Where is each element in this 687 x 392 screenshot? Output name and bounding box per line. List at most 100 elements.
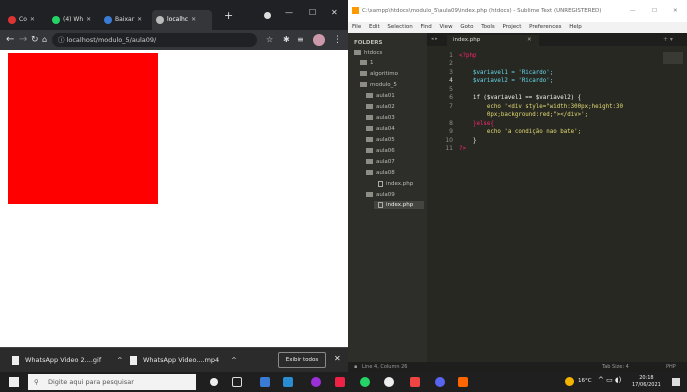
close-icon[interactable]: ✕	[137, 16, 142, 23]
show-all-button[interactable]: Exibir todos	[278, 352, 326, 368]
url-input[interactable]: ⓘ localhost/modulo_5/aula09/	[52, 33, 257, 47]
editor-tab-strip: ◂ ▸ index.php ✕ + ▾	[427, 33, 687, 46]
chevron-up-icon[interactable]: ^	[117, 356, 122, 364]
folder-icon	[366, 148, 373, 153]
back-icon[interactable]: ←	[6, 33, 14, 47]
close-icon[interactable]: ✕	[86, 16, 91, 23]
menu-view[interactable]: View	[440, 24, 453, 30]
record-icon[interactable]	[264, 12, 271, 19]
syntax-selector[interactable]: PHP	[666, 362, 676, 372]
tree-item-1[interactable]: 1	[360, 59, 374, 67]
sidebar-header: FOLDERS	[354, 40, 383, 46]
close-window-icon[interactable]: ✕	[673, 0, 678, 22]
tree-item-aula04[interactable]: aula04	[366, 125, 395, 133]
folder-icon	[360, 60, 367, 65]
star-icon[interactable]: ☆	[266, 33, 273, 47]
code-line: echo '<div style="width:300px;height:30	[459, 104, 624, 110]
tree-item-algoritimo[interactable]: algoritimo	[360, 70, 398, 78]
line-number: 1	[449, 52, 453, 59]
browser-tab-4[interactable]: localhc ✕	[152, 10, 212, 30]
windows-taskbar: ⚲ Digite aqui para pesquisar 16°C ^ ▭ ◖)…	[0, 372, 687, 392]
menu-goto[interactable]: Goto	[460, 24, 473, 30]
menu-project[interactable]: Project	[503, 24, 522, 30]
maximize-icon[interactable]: ☐	[309, 8, 316, 17]
app-icon[interactable]	[311, 377, 321, 387]
code-editor[interactable]: <?php $variavel1 = 'Ricardo'; $variavel2…	[459, 46, 659, 362]
avatar[interactable]	[313, 34, 325, 46]
chrome-icon[interactable]	[384, 377, 394, 387]
info-icon: ⓘ	[58, 36, 67, 44]
tab-nav-arrows-icon[interactable]: ◂ ▸	[431, 35, 438, 44]
app-icon[interactable]	[335, 377, 345, 387]
app-icon[interactable]	[283, 377, 293, 387]
search-icon: ⚲	[34, 378, 39, 386]
tree-item-index-php-active[interactable]: index.php	[374, 201, 424, 209]
menu-tools[interactable]: Tools	[481, 24, 495, 30]
app-icon[interactable]	[410, 377, 420, 387]
search-input[interactable]: ⚲ Digite aqui para pesquisar	[28, 374, 196, 390]
close-icon[interactable]: ✕	[334, 353, 341, 365]
close-icon[interactable]: ✕	[191, 16, 196, 23]
browser-tab-2[interactable]: (4) Wh ✕	[48, 10, 96, 30]
menu-edit[interactable]: Edit	[369, 24, 380, 30]
tree-item-aula05[interactable]: aula05	[366, 136, 395, 144]
tree-item-modulo-5[interactable]: modulo_5	[360, 81, 397, 89]
tree-item-index-php[interactable]: index.php	[378, 180, 413, 188]
app-icon[interactable]	[458, 377, 468, 387]
weather-icon[interactable]	[565, 377, 574, 386]
tab-list-icon[interactable]: + ▾	[663, 34, 673, 45]
forward-icon[interactable]: →	[19, 33, 27, 47]
extension-icon[interactable]: ✱	[283, 33, 290, 47]
status-bar: ▪ Line 4, Column 26 Tab Size: 4 PHP	[348, 362, 687, 372]
clock[interactable]: 20:18 17/06/2021	[632, 375, 661, 389]
download-item[interactable]: WhatsApp Video....mp4 ^	[130, 354, 237, 366]
maximize-icon[interactable]: ☐	[652, 0, 657, 22]
menu-find[interactable]: Find	[420, 24, 431, 30]
cortana-icon[interactable]	[210, 378, 218, 386]
close-window-icon[interactable]: ✕	[331, 8, 338, 17]
menu-icon[interactable]: ⋮	[333, 33, 342, 47]
code-line: }else{	[459, 121, 494, 127]
browser-tab-3[interactable]: Baixar ✕	[100, 10, 148, 30]
tree-item-aula03[interactable]: aula03	[366, 114, 395, 122]
browser-window: Co ✕ (4) Wh ✕ Baixar ✕ localhc ✕ + — ☐ ✕ ← →…	[0, 0, 348, 347]
line-number: 6	[449, 94, 453, 101]
home-icon[interactable]: ⌂	[42, 33, 47, 47]
windows-start-icon[interactable]	[9, 377, 19, 387]
tree-item-aula07[interactable]: aula07	[366, 158, 395, 166]
reload-icon[interactable]: ↻	[31, 33, 39, 47]
folder-icon	[366, 104, 373, 109]
menu-help[interactable]: Help	[569, 24, 582, 30]
tab-size-selector[interactable]: Tab Size: 4	[602, 362, 629, 372]
close-icon[interactable]: ✕	[30, 16, 35, 23]
download-item[interactable]: WhatsApp Video 2....gif ^	[12, 354, 123, 366]
cursor-position: Line 4, Column 26	[362, 364, 408, 370]
tab-index-php[interactable]: index.php ✕	[447, 35, 539, 46]
line-number: 2	[449, 60, 453, 67]
reading-list-icon[interactable]: ≡	[297, 33, 304, 47]
tray-icons[interactable]: ^ ▭ ◖)	[598, 376, 621, 384]
close-icon[interactable]: ✕	[527, 35, 532, 46]
folder-sidebar: FOLDERS htdocs 1 algoritimo modulo_5 aul…	[348, 33, 427, 362]
discord-icon[interactable]	[435, 377, 445, 387]
tab-favicon-icon	[8, 15, 16, 24]
menu-file[interactable]: File	[352, 24, 361, 30]
tree-item-aula06[interactable]: aula06	[366, 147, 395, 155]
minimize-icon[interactable]: —	[285, 8, 293, 17]
tree-item-aula01[interactable]: aula01	[366, 92, 395, 100]
chevron-up-icon[interactable]: ^	[231, 356, 236, 364]
menu-selection[interactable]: Selection	[387, 24, 412, 30]
notification-icon[interactable]	[672, 378, 680, 386]
tree-item-aula08[interactable]: aula08	[366, 169, 395, 177]
menu-preferences[interactable]: Preferences	[529, 24, 561, 30]
tree-item-aula02[interactable]: aula02	[366, 103, 395, 111]
minimap[interactable]	[663, 52, 683, 64]
tree-item-aula09[interactable]: aula09	[366, 191, 395, 199]
explorer-icon[interactable]	[260, 377, 270, 387]
browser-tab-1[interactable]: Co ✕	[4, 10, 44, 30]
tree-item-htdocs[interactable]: htdocs	[354, 49, 382, 57]
minimize-icon[interactable]: —	[630, 0, 636, 22]
new-tab-button[interactable]: +	[224, 9, 233, 22]
task-view-icon[interactable]	[232, 377, 242, 387]
whatsapp-icon[interactable]	[360, 377, 370, 387]
